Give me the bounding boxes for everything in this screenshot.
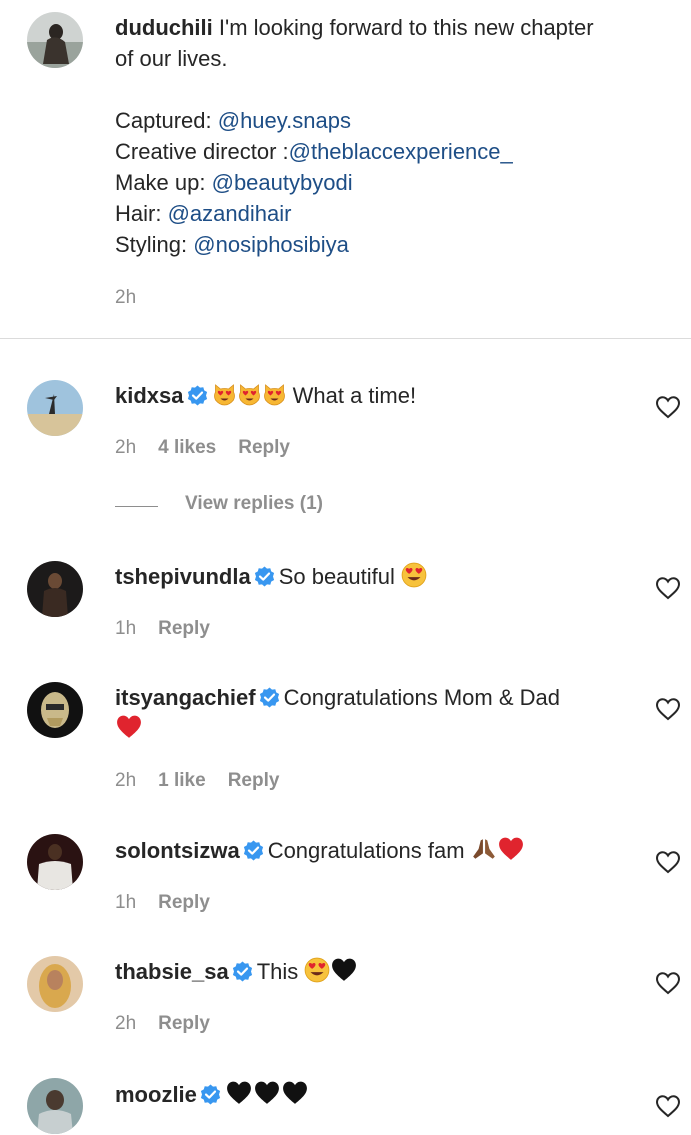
red-heart-icon [498, 837, 523, 860]
likes-count[interactable]: 1 like [158, 770, 206, 792]
like-heart-icon[interactable] [655, 395, 681, 419]
black-heart-icon [282, 1081, 307, 1104]
caption-line2: of our lives. [115, 46, 228, 71]
credit-line: Styling: @nosiphosibiya [115, 232, 349, 257]
comment-meta: 2h 4 likes Reply [115, 437, 290, 459]
verified-badge-icon [199, 1084, 221, 1105]
comment-body: Congratulations Mom & Dad [283, 685, 560, 710]
like-heart-icon[interactable] [655, 1094, 681, 1118]
timestamp: 2h [115, 770, 137, 791]
comment-text: kidxsa What a time! [115, 380, 416, 411]
avatar[interactable] [27, 1078, 83, 1134]
avatar[interactable] [27, 561, 83, 617]
verified-badge-icon [253, 566, 275, 587]
comment-body: Congratulations fam [267, 838, 471, 863]
reply-button[interactable]: Reply [158, 1013, 210, 1035]
view-replies-line [115, 506, 158, 507]
comment-body: So beautiful [278, 564, 401, 589]
caption-line1: I'm looking forward to this new chapter [212, 15, 594, 40]
comment-meta: 2h Reply [115, 1013, 210, 1035]
black-heart-icon [226, 1081, 251, 1104]
timestamp: 1h [115, 618, 137, 639]
caption-username[interactable]: duduchili [115, 15, 213, 40]
view-replies-label: View replies (1) [185, 493, 323, 514]
reply-button[interactable]: Reply [158, 892, 210, 914]
comment-text: itsyangachief Congratulations Mom & Dad [115, 682, 645, 744]
avatar[interactable] [27, 682, 83, 738]
red-heart-icon [117, 715, 141, 738]
like-heart-icon[interactable] [655, 971, 681, 995]
reply-button[interactable]: Reply [238, 437, 290, 459]
timestamp: 2h [115, 287, 137, 308]
avatar[interactable] [27, 834, 83, 890]
smiling-cat-heart-eyes-icon [263, 384, 285, 406]
comment-username[interactable]: kidxsa [115, 383, 184, 408]
credit-line: Captured: @huey.snaps [115, 108, 351, 133]
reply-button[interactable]: Reply [228, 770, 280, 792]
comment-body: This [256, 959, 305, 984]
timestamp: 1h [115, 892, 137, 913]
likes-count[interactable]: 4 likes [158, 437, 216, 459]
comment-username[interactable]: solontsizwa [115, 838, 240, 863]
smiling-cat-heart-eyes-icon [238, 384, 260, 406]
credit-line: Hair: @azandihair [115, 201, 292, 226]
mention-link[interactable]: @beautybyodi [212, 170, 353, 195]
like-heart-icon[interactable] [655, 697, 681, 721]
comment-meta: 1h Reply [115, 892, 210, 914]
comment-username[interactable]: itsyangachief [115, 685, 256, 710]
avatar[interactable] [27, 956, 83, 1012]
comment-text: thabsie_sa This [115, 956, 358, 987]
timestamp: 2h [115, 437, 137, 458]
heart-eyes-face-icon [304, 957, 330, 983]
comment-text: solontsizwa Congratulations fam [115, 835, 525, 866]
verified-badge-icon [231, 961, 253, 982]
avatar[interactable] [27, 12, 83, 68]
credit-line: Make up: @beautybyodi [115, 170, 353, 195]
comment-username[interactable]: thabsie_sa [115, 959, 229, 984]
comment-meta: 1h Reply [115, 618, 210, 640]
caption-text: duduchili I'm looking forward to this ne… [115, 12, 675, 74]
verified-badge-icon [186, 385, 208, 406]
comment-username[interactable]: moozlie [115, 1082, 197, 1107]
caption-meta: 2h [115, 287, 136, 309]
like-heart-icon[interactable] [655, 850, 681, 874]
comment-username[interactable]: tshepivundla [115, 564, 251, 589]
divider [0, 338, 691, 339]
verified-badge-icon [258, 687, 280, 708]
comment-body: What a time! [286, 383, 417, 408]
caption-credits: Captured: @huey.snaps Creative director … [115, 105, 513, 260]
reply-button[interactable]: Reply [158, 618, 210, 640]
verified-badge-icon [242, 840, 264, 861]
comment-text: moozlie [115, 1079, 309, 1110]
avatar[interactable] [27, 380, 83, 436]
mention-link[interactable]: @huey.snaps [218, 108, 351, 133]
timestamp: 2h [115, 1013, 137, 1034]
mention-link[interactable]: @nosiphosibiya [193, 232, 349, 257]
black-heart-icon [254, 1081, 279, 1104]
heart-eyes-face-icon [401, 562, 427, 588]
folded-hands-icon [472, 839, 495, 859]
mention-link[interactable]: @theblaccexperience_ [289, 139, 513, 164]
like-heart-icon[interactable] [655, 576, 681, 600]
smiling-cat-heart-eyes-icon [213, 384, 235, 406]
comment-meta: 2h 1 like Reply [115, 770, 279, 792]
comment-text: tshepivundla So beautiful [115, 561, 427, 592]
mention-link[interactable]: @azandihair [168, 201, 292, 226]
black-heart-icon [332, 958, 357, 981]
credit-line: Creative director :@theblaccexperience_ [115, 139, 513, 164]
